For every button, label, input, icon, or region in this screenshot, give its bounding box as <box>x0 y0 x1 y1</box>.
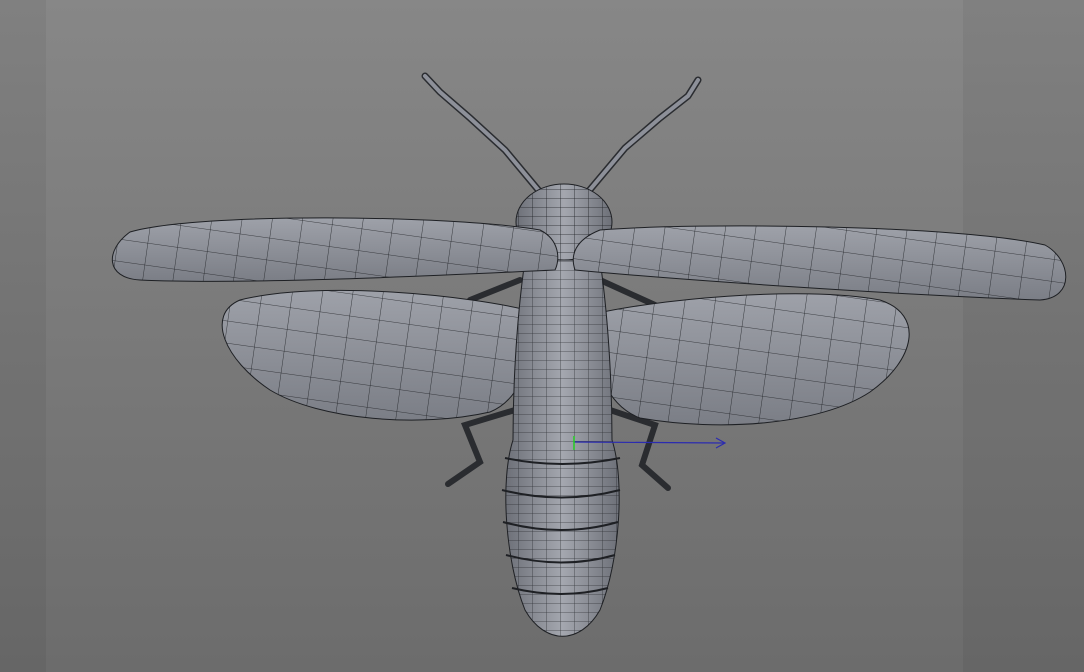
antenna-left <box>421 72 544 196</box>
elytron-left <box>112 217 559 282</box>
elytron-right <box>572 225 1067 301</box>
3d-viewport[interactable] <box>0 0 1084 672</box>
hind-wing-right <box>589 293 910 426</box>
abdomen <box>501 259 621 637</box>
hind-wing-left <box>221 289 536 421</box>
firefly-model[interactable] <box>0 0 1084 672</box>
antenna-right <box>584 76 702 196</box>
